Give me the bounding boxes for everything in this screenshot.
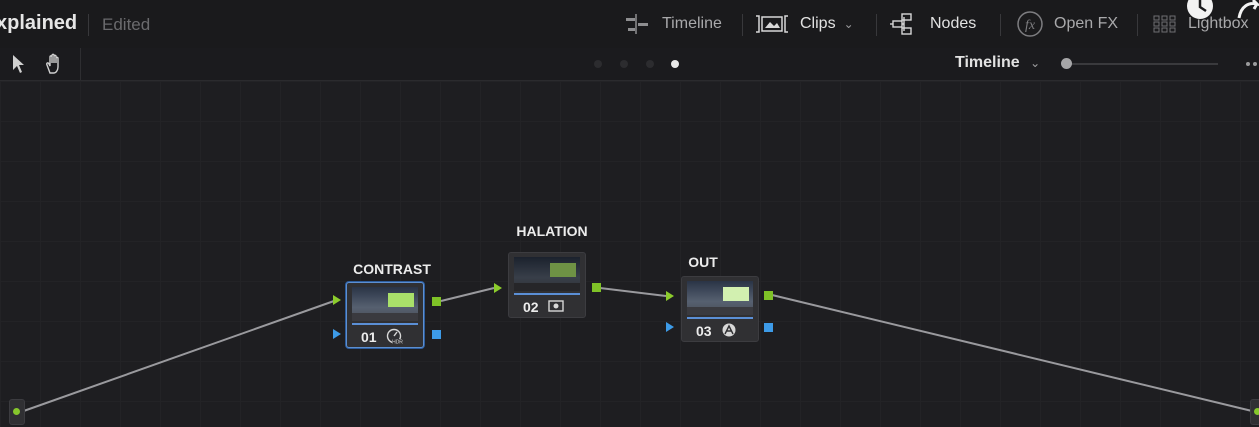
node-alpha-input[interactable] xyxy=(333,329,341,339)
divider xyxy=(876,14,877,36)
page-dot[interactable] xyxy=(620,60,628,68)
divider xyxy=(88,14,89,36)
nodes-button-label: Nodes xyxy=(930,15,977,32)
open-fx-button-label: Open FX xyxy=(1054,15,1119,32)
node-rgb-input[interactable] xyxy=(666,291,674,301)
wire-input-to-contrast xyxy=(17,300,335,414)
node-card[interactable]: 03 xyxy=(681,276,759,342)
connection-wires xyxy=(17,287,1253,414)
clips-button[interactable]: Clips ⌄ xyxy=(754,0,854,48)
nodes-icon xyxy=(890,13,912,35)
output-port[interactable] xyxy=(1250,399,1259,425)
hdr-icon: HDR xyxy=(386,328,403,345)
node-bar xyxy=(687,317,753,319)
node-thumbnail xyxy=(687,281,753,315)
divider xyxy=(1137,14,1138,36)
svg-text:fx: fx xyxy=(1025,18,1036,33)
node-bar xyxy=(514,293,580,295)
pointer-icon[interactable] xyxy=(11,54,27,74)
node-rgb-input[interactable] xyxy=(333,295,341,305)
node-thumbnail xyxy=(514,257,580,291)
node-thumbnail xyxy=(352,287,418,321)
wire-halation-to-out xyxy=(599,287,667,297)
source-input-port[interactable] xyxy=(9,399,25,425)
node-label: OUT xyxy=(688,254,718,270)
clips-icon xyxy=(756,15,788,33)
zoom-slider-knob[interactable] xyxy=(1061,58,1072,69)
color-icon xyxy=(722,323,736,337)
node-number: 02 xyxy=(523,299,539,315)
effect-icon xyxy=(548,300,564,312)
top-bar: xplained Edited Timeline Clips ⌄ Nodes f… xyxy=(0,0,1259,49)
divider xyxy=(80,48,81,80)
node-number: 03 xyxy=(696,323,712,339)
overlay-icons xyxy=(1187,0,1259,19)
timeline-button-label: Timeline xyxy=(662,15,722,32)
edited-status: Edited xyxy=(102,15,151,34)
divider xyxy=(742,14,743,36)
node-rgb-output[interactable] xyxy=(592,283,601,292)
page-dot[interactable] xyxy=(594,60,602,68)
node-label: HALATION xyxy=(516,223,588,239)
clips-button-label: Clips xyxy=(800,15,836,32)
node-toolbar: Timeline ⌄ xyxy=(0,48,1259,81)
node-alpha-input[interactable] xyxy=(666,322,674,332)
node-card[interactable]: 02 xyxy=(508,252,586,318)
redo-arrow-icon xyxy=(1237,0,1259,19)
nodes-button[interactable]: Nodes xyxy=(890,0,976,48)
divider xyxy=(1000,14,1001,36)
chevron-down-icon: ⌄ xyxy=(843,17,854,31)
timeline-button[interactable]: Timeline xyxy=(622,0,722,48)
more-options-icon[interactable] xyxy=(1238,60,1259,68)
svg-text:HDR: HDR xyxy=(392,340,403,345)
node-alpha-output[interactable] xyxy=(432,330,441,339)
chevron-down-icon: ⌄ xyxy=(1030,56,1041,70)
node-rgb-input[interactable] xyxy=(494,283,502,293)
node-alpha-output[interactable] xyxy=(764,323,773,332)
node-number: 01 xyxy=(361,329,377,345)
zoom-slider-track[interactable] xyxy=(1066,63,1218,65)
node-label: CONTRAST xyxy=(353,261,431,277)
fx-icon: fx xyxy=(1017,11,1043,37)
view-mode-label: Timeline xyxy=(955,54,1020,71)
project-title: xplained xyxy=(0,12,78,34)
hand-icon[interactable] xyxy=(44,53,66,75)
node-graph-canvas[interactable]: CONTRAST 01 HDR HALATION 02 OUT 03 xyxy=(0,81,1259,427)
view-mode-dropdown[interactable]: Timeline ⌄ xyxy=(955,54,1040,72)
timeline-icon xyxy=(626,14,648,34)
page-dot-active[interactable] xyxy=(671,60,679,68)
wire-contrast-to-halation xyxy=(440,287,495,302)
open-fx-button[interactable]: fx Open FX xyxy=(1016,0,1118,48)
wire-out-to-output xyxy=(771,294,1253,412)
page-dot[interactable] xyxy=(646,60,654,68)
node-card[interactable]: 01 HDR xyxy=(346,282,424,348)
node-rgb-output[interactable] xyxy=(764,291,773,300)
node-bar xyxy=(352,323,418,325)
node-rgb-output[interactable] xyxy=(432,297,441,306)
